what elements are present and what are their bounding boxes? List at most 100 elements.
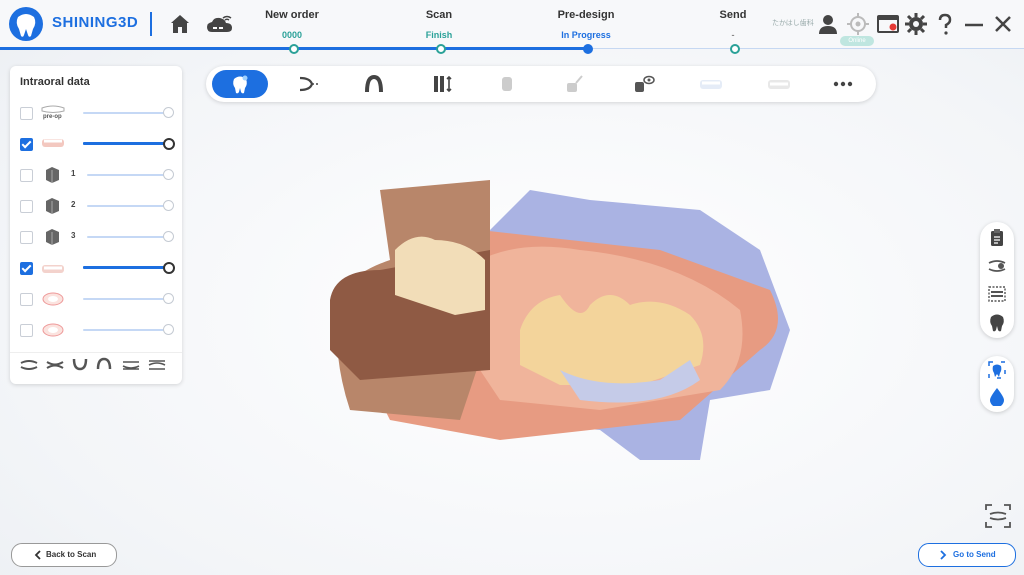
opacity-slider[interactable] bbox=[87, 236, 169, 238]
scan-body-thumb-icon bbox=[46, 198, 59, 214]
design-toolbar bbox=[206, 66, 876, 102]
step-status: - bbox=[731, 30, 735, 40]
close-icon[interactable] bbox=[991, 12, 1015, 36]
arch-icon bbox=[365, 74, 383, 93]
tool-tooth-disabled[interactable] bbox=[480, 70, 536, 98]
upper-jaw-thumb-icon bbox=[42, 139, 64, 147]
intraoral-data-panel: Intraoral data pre-op 1 2 3 bbox=[10, 66, 182, 384]
data-row bbox=[10, 319, 182, 341]
data-row bbox=[10, 288, 182, 310]
right-tool-group bbox=[980, 222, 1014, 338]
right-tool-group-2 bbox=[980, 356, 1014, 412]
tool-margin-line[interactable] bbox=[280, 70, 336, 98]
home-icon[interactable] bbox=[168, 12, 192, 36]
opacity-slider-handle[interactable] bbox=[163, 169, 174, 180]
bite-scan-thumb-icon bbox=[42, 323, 64, 337]
tooth-icon[interactable] bbox=[987, 312, 1007, 332]
gear-icon[interactable] bbox=[904, 12, 928, 36]
header-divider bbox=[150, 12, 152, 36]
view-front-icon[interactable] bbox=[46, 359, 64, 371]
step-dot bbox=[289, 44, 299, 54]
row-label: pre-op bbox=[43, 114, 62, 120]
opacity-slider-handle[interactable] bbox=[163, 293, 174, 304]
visibility-checkbox[interactable] bbox=[20, 169, 33, 182]
go-to-send-button[interactable]: Go to Send bbox=[918, 543, 1016, 567]
screenshot-icon[interactable] bbox=[984, 503, 1012, 529]
help-icon[interactable] bbox=[933, 12, 957, 36]
step-dot-active bbox=[583, 44, 593, 54]
brush-disabled-icon bbox=[567, 75, 583, 92]
visibility-checkbox[interactable] bbox=[20, 293, 33, 306]
opacity-slider-handle[interactable] bbox=[163, 138, 175, 150]
visibility-checkbox[interactable] bbox=[20, 138, 33, 151]
chevron-right-icon bbox=[940, 550, 947, 560]
send-button-label: Go to Send bbox=[953, 550, 996, 559]
opacity-slider[interactable] bbox=[83, 298, 169, 300]
view-lower-arch-icon[interactable] bbox=[72, 357, 88, 371]
margin-line-icon bbox=[299, 76, 319, 92]
opacity-slider[interactable] bbox=[83, 142, 169, 145]
view-right-icon[interactable] bbox=[148, 359, 166, 371]
view-icon bbox=[635, 75, 655, 92]
row-number: 1 bbox=[71, 169, 76, 178]
visibility-checkbox[interactable] bbox=[20, 107, 33, 120]
scan-body-thumb-icon bbox=[46, 229, 59, 245]
lower-jaw-thumb-icon bbox=[42, 265, 64, 273]
bite-scan-thumb-icon bbox=[42, 292, 64, 306]
tool-view[interactable] bbox=[614, 70, 670, 98]
record-icon[interactable] bbox=[876, 12, 900, 36]
step-title: Pre-design bbox=[557, 9, 615, 21]
user-icon[interactable] bbox=[816, 12, 840, 36]
opacity-slider-handle[interactable] bbox=[163, 107, 174, 118]
occlusion-icon[interactable] bbox=[987, 284, 1007, 304]
step-dot bbox=[730, 44, 740, 54]
implant-icon bbox=[434, 75, 452, 93]
opacity-slider[interactable] bbox=[87, 205, 169, 207]
step-status: In Progress bbox=[561, 30, 611, 40]
arch-settings-icon[interactable] bbox=[987, 256, 1007, 276]
visibility-checkbox[interactable] bbox=[20, 262, 33, 275]
opacity-slider-handle[interactable] bbox=[163, 324, 174, 335]
tooth-scan-icon[interactable] bbox=[987, 360, 1007, 380]
tool-more[interactable] bbox=[814, 70, 870, 98]
visibility-checkbox[interactable] bbox=[20, 324, 33, 337]
opacity-slider[interactable] bbox=[83, 266, 169, 269]
opacity-slider[interactable] bbox=[83, 112, 169, 114]
opacity-slider-handle[interactable] bbox=[163, 262, 175, 274]
view-upper-arch-icon[interactable] bbox=[96, 357, 112, 371]
tool-arch[interactable] bbox=[346, 70, 402, 98]
progress-bar-remaining bbox=[586, 48, 1024, 49]
view-left-icon[interactable] bbox=[122, 359, 140, 371]
step-pre-design: Pre-design In Progress bbox=[526, 9, 646, 40]
view-upper-icon[interactable] bbox=[20, 359, 38, 371]
visibility-checkbox[interactable] bbox=[20, 200, 33, 213]
tooth-disabled-icon bbox=[502, 77, 512, 91]
tool-implant[interactable] bbox=[414, 70, 470, 98]
tooth-select-icon bbox=[233, 75, 248, 94]
target-icon[interactable] bbox=[846, 12, 870, 36]
data-row: 3 bbox=[10, 226, 182, 248]
back-to-scan-button[interactable]: Back to Scan bbox=[11, 543, 117, 567]
opacity-slider-handle[interactable] bbox=[163, 200, 174, 211]
tool-tooth-select[interactable] bbox=[212, 70, 268, 98]
minimize-icon[interactable] bbox=[962, 12, 986, 36]
tool-lab-disabled[interactable] bbox=[680, 70, 736, 98]
row-number: 2 bbox=[71, 200, 76, 209]
clipboard-icon[interactable] bbox=[987, 228, 1007, 248]
lab-disabled-icon bbox=[700, 80, 722, 89]
step-status: 0000 bbox=[281, 30, 303, 40]
opacity-slider-handle[interactable] bbox=[163, 231, 174, 242]
denture-disabled-icon bbox=[768, 80, 790, 89]
cloud-wifi-icon[interactable] bbox=[206, 12, 234, 36]
view-buttons bbox=[10, 352, 182, 375]
tool-denture-disabled[interactable] bbox=[748, 70, 804, 98]
water-drop-icon[interactable] bbox=[987, 386, 1007, 406]
step-title: New order bbox=[265, 9, 319, 21]
chevron-left-icon bbox=[34, 550, 41, 560]
intraoral-3d-model[interactable] bbox=[320, 170, 800, 480]
opacity-slider[interactable] bbox=[87, 174, 169, 176]
tool-brush-disabled[interactable] bbox=[546, 70, 602, 98]
user-name: たかはし歯科 bbox=[772, 20, 814, 27]
opacity-slider[interactable] bbox=[83, 329, 169, 331]
visibility-checkbox[interactable] bbox=[20, 231, 33, 244]
